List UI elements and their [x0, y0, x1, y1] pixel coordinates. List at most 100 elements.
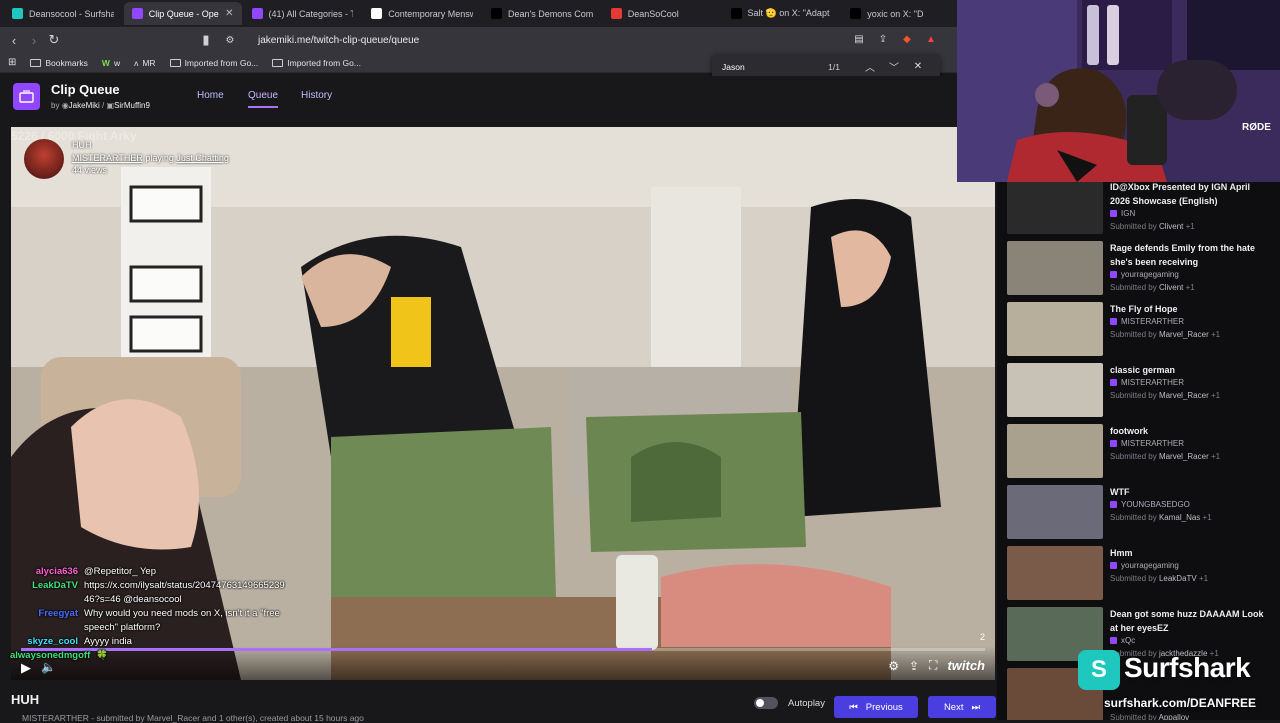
channel-label: IGN: [1121, 209, 1136, 218]
submitter-extra-count: +1: [1185, 222, 1195, 231]
browser-tab-strip: Deansocool - Surfshark Clip Queue - Open ✕…: [0, 0, 960, 27]
chat-username[interactable]: alwaysonedmgoff: [10, 649, 90, 663]
queue-item-submitter: Submitted by Marvel_Racer +1: [1110, 330, 1220, 339]
bookmark-mr[interactable]: ʌ MR: [134, 58, 155, 68]
folder-icon: [272, 58, 284, 67]
twitch-red-favicon-icon: [610, 8, 622, 19]
bookmark-label: Imported from Go...: [287, 57, 361, 68]
bookmark-imported-1[interactable]: Imported from Go...: [169, 58, 258, 68]
browser-tab[interactable]: Clip Queue - Open ✕: [123, 2, 242, 25]
autoplay-control[interactable]: Autoplay: [754, 697, 825, 709]
reader-mode-icon[interactable]: ▤: [852, 32, 866, 46]
queue-item[interactable]: classic german MISTERARTHER Submitted by M…: [1007, 363, 1272, 420]
forward-arrow-icon[interactable]: ›: [24, 33, 44, 48]
chat-username[interactable]: Freegyat: [26, 607, 78, 635]
brave-rewards-icon[interactable]: ▲: [924, 32, 938, 46]
chat-message: alwaysonedmgoff 🍀: [10, 649, 286, 663]
submitter-name: Marvel_Racer: [1158, 391, 1209, 400]
queue-item[interactable]: ID@Xbox Presented by IGN April 2026 Show…: [1007, 180, 1272, 237]
submitted-prefix: Submitted by: [1110, 391, 1157, 400]
queue-item-submitter: Submitted by Clivent +1: [1110, 283, 1195, 292]
queue-thumbnail[interactable]: [1007, 241, 1103, 295]
previous-button[interactable]: ⏮ Previous: [834, 696, 918, 718]
queue-item[interactable]: Rage defends Emily from the hate she's b…: [1007, 241, 1272, 298]
submitter-name: Clivent: [1158, 283, 1184, 292]
overlay-channel-link[interactable]: MISTERARTHER: [72, 153, 143, 163]
app-title: Clip Queue: [51, 82, 120, 97]
bookmark-bookmarks[interactable]: Bookmarks: [30, 58, 88, 68]
twitch-icon: ▣: [106, 101, 115, 110]
queue-item-submitter: Submitted by Kamal_Nas +1: [1110, 513, 1212, 522]
fullscreen-icon[interactable]: ⛶: [929, 658, 937, 673]
channel-label: MISTERARTHER: [1121, 378, 1184, 387]
tab-close-icon[interactable]: ✕: [225, 8, 233, 19]
queue-thumbnail[interactable]: [1007, 180, 1103, 234]
browser-tab[interactable]: Contemporary Menswear: [363, 2, 481, 25]
folder-icon: [30, 58, 42, 67]
chat-username[interactable]: skyze_cool: [26, 635, 78, 649]
queue-item[interactable]: footwork MISTERARTHER Submitted by Marvel_…: [1007, 424, 1272, 481]
folder-icon: [169, 58, 181, 67]
queue-item-channel: MISTERARTHER: [1110, 439, 1184, 448]
nav-queue[interactable]: Queue: [248, 90, 279, 108]
browser-tab[interactable]: yoxic on X: "D: [842, 2, 960, 25]
queue-item[interactable]: The Fly of Hope MISTERARTHER Submitted by …: [1007, 302, 1272, 359]
find-previous-icon[interactable]: ︿: [858, 59, 882, 74]
apps-grid-icon[interactable]: ⊞: [8, 57, 16, 68]
channel-avatar[interactable]: [24, 139, 64, 179]
share-icon[interactable]: ⇪: [909, 659, 919, 673]
find-close-icon[interactable]: ✕: [906, 61, 930, 72]
browser-tab[interactable]: Dean's Demons Commun: [483, 2, 601, 25]
find-input[interactable]: Jason: [722, 62, 745, 72]
queue-thumbnail[interactable]: [1007, 485, 1103, 539]
find-next-icon[interactable]: ﹀: [882, 59, 906, 74]
channel-label: yourragegaming: [1121, 270, 1179, 279]
nav-history[interactable]: History: [301, 90, 332, 101]
twitch-channel-icon: [1110, 440, 1117, 447]
back-arrow-icon[interactable]: ‹: [4, 33, 24, 48]
queue-item[interactable]: WTF YOUNGBASEDGO Submitted by Kamal_Nas +1: [1007, 485, 1272, 542]
author-link-jakemiki[interactable]: JakeMiki: [69, 101, 100, 110]
autoplay-toggle[interactable]: [754, 697, 778, 709]
skip-back-icon: ⏮: [849, 701, 858, 713]
webcam-feed: RØDE: [957, 0, 1280, 182]
url-input[interactable]: jakemiki.me/twitch-clip-queue/queue: [258, 35, 419, 46]
sponsor-url: surfshark.com/DEANFREE: [1104, 696, 1257, 710]
nav-home[interactable]: Home: [197, 90, 224, 101]
bookmark-w[interactable]: Ww: [102, 58, 120, 68]
find-match-count: 1/1: [828, 61, 840, 72]
clip-queue-logo-icon[interactable]: [13, 83, 40, 110]
chat-username[interactable]: LeakDaTV: [26, 579, 78, 607]
overlay-category-link[interactable]: Just Chatting: [176, 153, 229, 163]
queue-item[interactable]: Hmm yourragegaming Submitted by LeakDaTV +…: [1007, 546, 1272, 603]
queue-thumbnail[interactable]: [1007, 302, 1103, 356]
site-info-icon[interactable]: ⚙: [220, 35, 240, 46]
twitch-logo[interactable]: twitch: [947, 658, 985, 673]
share-icon[interactable]: ⇪: [876, 32, 890, 46]
submitter-extra-count: +1: [1185, 283, 1195, 292]
next-button[interactable]: Next ⏭: [928, 696, 996, 718]
bookmark-icon[interactable]: ▮: [196, 32, 216, 48]
chat-username[interactable]: alycia636: [26, 565, 78, 579]
author-link-sirmuffin9[interactable]: SirMuffin9: [114, 101, 150, 110]
chat-message: alycia636 @Repetitor_ Yep: [26, 565, 286, 579]
browser-tab[interactable]: (41) All Categories - Twitch: [244, 2, 362, 25]
chat-message: Freegyat Why would you need mods on X, is…: [26, 607, 286, 635]
browser-tab[interactable]: DeanSoCool: [603, 2, 721, 25]
settings-gear-icon[interactable]: ⚙: [888, 659, 899, 673]
chat-text: 🍀: [96, 650, 109, 661]
reload-icon[interactable]: ↻: [44, 32, 64, 48]
queue-thumbnail[interactable]: [1007, 363, 1103, 417]
tab-label: Salt 🫡 on X: "Adapt hint: [747, 8, 833, 18]
bookmark-label: Bookmarks: [45, 57, 88, 68]
brave-shields-icon[interactable]: ◆: [900, 32, 914, 46]
bookmark-imported-2[interactable]: Imported from Go...: [272, 58, 361, 68]
queue-thumbnail[interactable]: [1007, 546, 1103, 600]
queue-thumbnail[interactable]: [1007, 424, 1103, 478]
submitter-name: Marvel_Racer: [1158, 330, 1209, 339]
chat-text: https://x.com/ilysalt/status/20474763149…: [84, 580, 285, 605]
queue-item-title: Rage defends Emily from the hate she's b…: [1110, 243, 1256, 267]
browser-tab[interactable]: Salt 🫡 on X: "Adapt hint: [723, 2, 841, 25]
browser-tab[interactable]: Deansocool - Surfshark: [4, 2, 122, 25]
x-favicon-icon: [850, 8, 862, 19]
